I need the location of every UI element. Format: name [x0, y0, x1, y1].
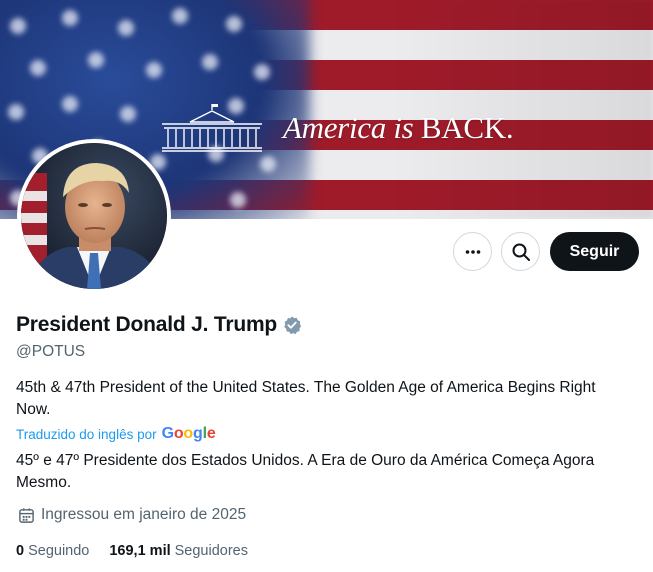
more-horizontal-icon — [465, 249, 480, 254]
follow-stats: 0 Seguindo 169,1 mil Seguidores — [16, 543, 248, 559]
google-logo: Google — [161, 425, 216, 442]
name-row: President Donald J. Trump — [16, 313, 302, 337]
following-label: Seguindo — [28, 543, 90, 559]
profile-handle: @POTUS — [16, 343, 86, 360]
joined-date-row: Ingressou em janeiro de 2025 — [18, 506, 246, 524]
banner-tagline: America is BACK. — [283, 110, 514, 146]
white-house-logo — [162, 104, 262, 152]
profile-bio: 45th & 47th President of the United Stat… — [16, 379, 596, 418]
following-link[interactable]: 0 Seguindo — [16, 543, 89, 559]
translated-label[interactable]: Traduzido do inglês por — [16, 427, 157, 442]
followers-link[interactable]: 169,1 mil Seguidores — [109, 543, 248, 559]
verified-badge-icon[interactable] — [282, 315, 302, 335]
profile-bio-translated: 45º e 47º Presidente dos Estados Unidos.… — [16, 452, 595, 491]
calendar-icon — [19, 507, 34, 523]
followers-count: 169,1 mil — [109, 543, 171, 559]
follow-button[interactable]: Seguir — [550, 232, 639, 271]
search-profile-button[interactable] — [501, 232, 540, 271]
tagline-upright: BACK. — [420, 110, 514, 145]
display-name: President Donald J. Trump — [16, 313, 278, 336]
search-icon — [512, 243, 530, 261]
more-options-button[interactable] — [453, 232, 492, 271]
tagline-italic: America is — [283, 110, 414, 145]
followers-label: Seguidores — [174, 543, 248, 559]
joined-date: Ingressou em janeiro de 2025 — [41, 506, 247, 523]
following-count: 0 — [16, 543, 25, 559]
translation-attribution[interactable]: Traduzido do inglês por Google — [16, 425, 216, 443]
avatar-portrait — [21, 143, 167, 289]
profile-avatar[interactable] — [17, 139, 171, 293]
